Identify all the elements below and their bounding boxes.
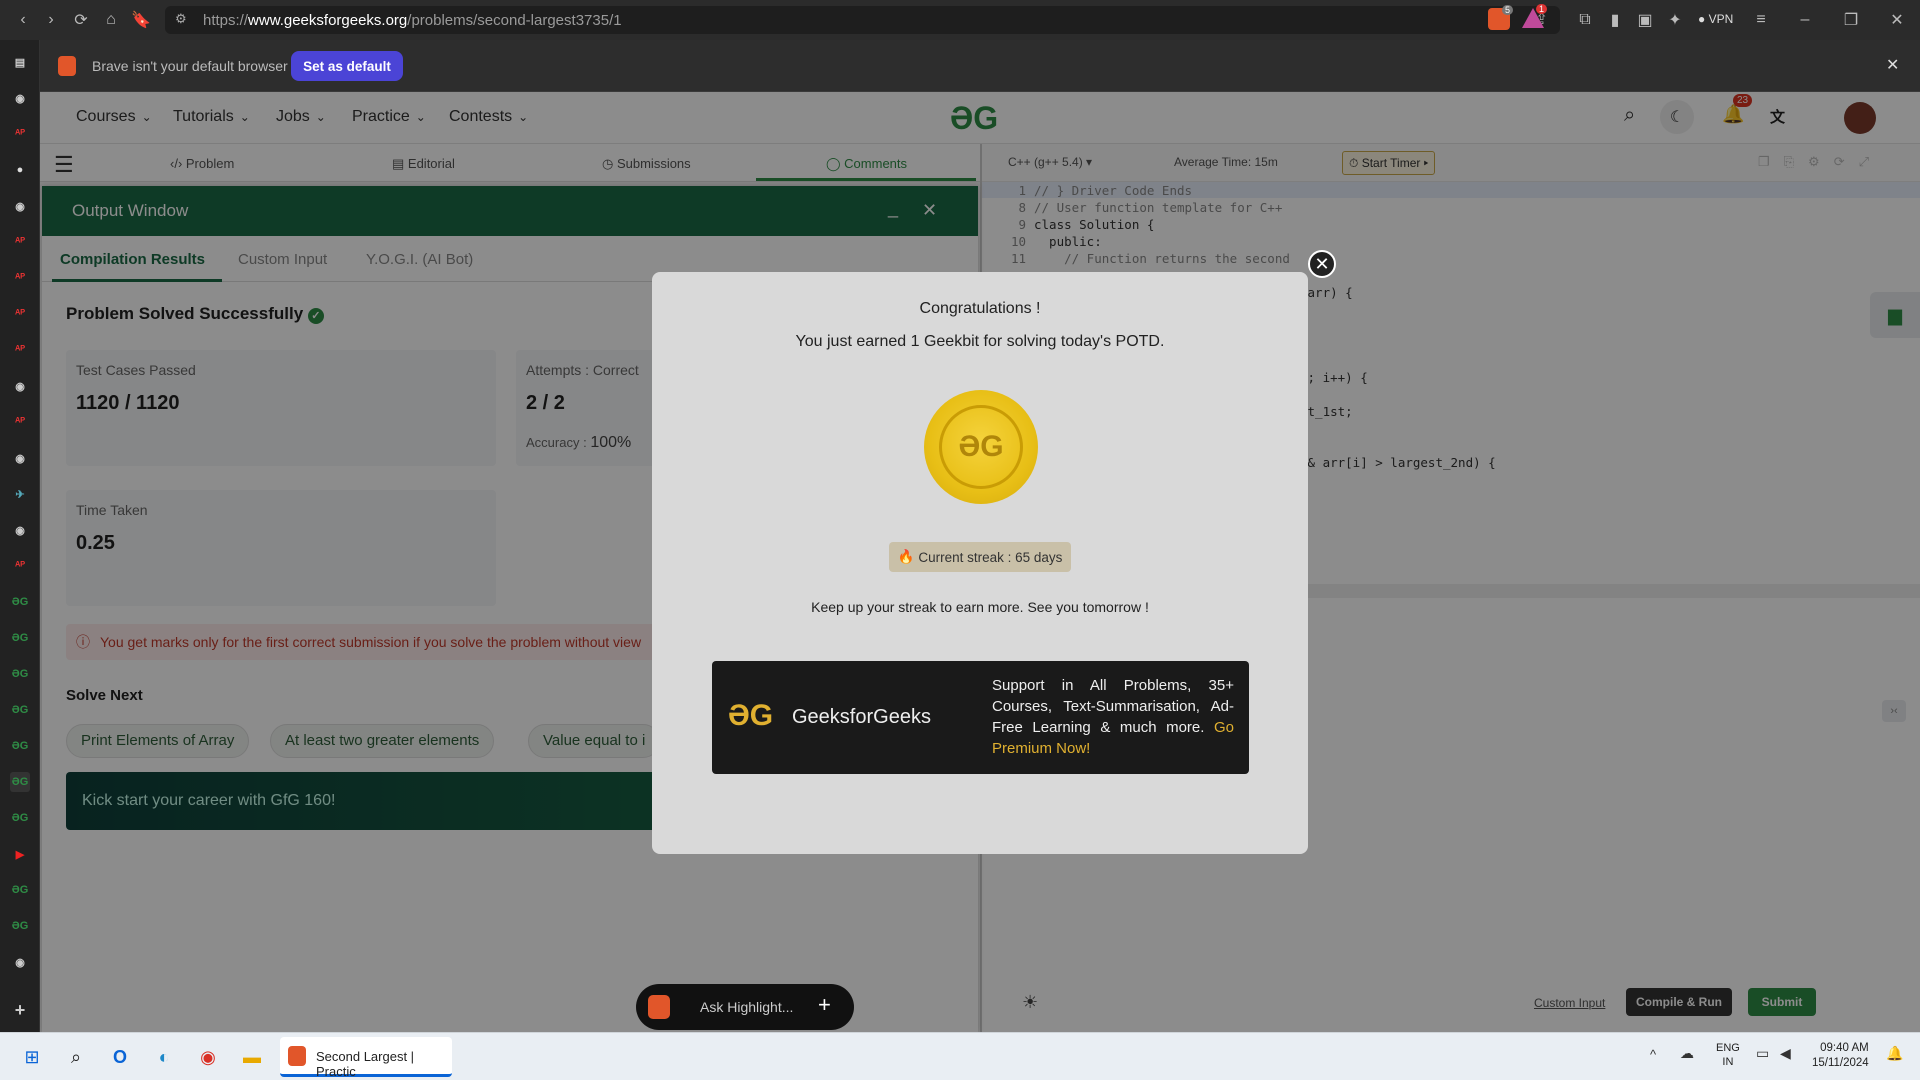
home-icon[interactable]: ⌂	[96, 5, 126, 35]
minimize-icon[interactable]: –	[1790, 5, 1820, 35]
tray-chevron-icon[interactable]: ^	[1650, 1047, 1656, 1062]
clock-time: 09:40 AM	[1820, 1042, 1869, 1054]
keep-up-text: Keep up your streak to earn more. See yo…	[811, 599, 1149, 615]
shields-badge: 5	[1502, 5, 1514, 15]
gfg-coin-logo: ƏG	[939, 405, 1023, 489]
vpn-button[interactable]: ● VPN	[1698, 12, 1733, 26]
browser-toolbar: ‹ › ⟳ ⌂ 🔖 ⚙ https://www.geeksforgeeks.or…	[0, 0, 1920, 40]
notifications-icon[interactable]: 🔔	[1886, 1045, 1903, 1062]
globe-icon[interactable]: ◉	[10, 952, 30, 972]
ask-highlight-bar[interactable]: Ask Highlight... +	[636, 984, 854, 1030]
sidebar-panel-icon[interactable]: ▤	[10, 52, 30, 72]
bird-icon[interactable]: ✈	[10, 484, 30, 504]
url-path: /problems/second-largest3735/1	[407, 11, 622, 29]
windows-taskbar: ⊞ ⌕ O ◐ ◉ ▬ Second Largest | Practic ^ ☁…	[0, 1032, 1920, 1080]
file-explorer-icon[interactable]: ▬	[238, 1043, 266, 1071]
github-icon[interactable]: ●	[10, 160, 30, 180]
fire-icon: 🔥	[897, 549, 915, 564]
menu-icon[interactable]: ≡	[1746, 5, 1776, 35]
close-window-icon[interactable]: ✕	[1882, 5, 1912, 35]
lang-line: ENG	[1716, 1042, 1740, 1054]
gfg-icon[interactable]: ƏG	[10, 664, 30, 684]
vpn-label: VPN	[1708, 12, 1734, 26]
address-bar[interactable]: ⚙ https://www.geeksforgeeks.org/problems…	[165, 6, 1560, 34]
leo-ai-icon[interactable]: ✦	[1660, 5, 1690, 35]
gfg-icon[interactable]: ƏG	[10, 916, 30, 936]
gfg-icon[interactable]: ƏG	[10, 700, 30, 720]
clock-date: 15/11/2024	[1812, 1057, 1869, 1069]
back-icon[interactable]: ‹	[8, 5, 38, 35]
ap-site-icon[interactable]: ᴬᴾ	[10, 268, 30, 288]
gfg-icon[interactable]: ƏG	[10, 736, 30, 756]
active-window-button[interactable]: Second Largest | Practic	[280, 1037, 452, 1079]
set-default-button[interactable]: Set as default	[291, 51, 403, 81]
ap-site-icon[interactable]: ᴬᴾ	[10, 124, 30, 144]
browser-sidebar: ▤ ◉ ᴬᴾ ● ◉ ᴬᴾ ᴬᴾ ᴬᴾ ᴬᴾ ◉ ᴬᴾ ◉ ✈ ◉ ᴬᴾ ƏG …	[0, 40, 40, 1032]
streak-badge: 🔥 Current streak : 65 days	[889, 542, 1071, 572]
clock[interactable]: 09:40 AM 15/11/2024	[1812, 1041, 1869, 1071]
outlook-icon[interactable]: O	[106, 1043, 134, 1071]
add-panel-icon[interactable]: +	[10, 1000, 30, 1020]
maximize-icon[interactable]: ❐	[1836, 5, 1866, 35]
url-prefix: https://	[203, 11, 249, 29]
gfg-icon[interactable]: ƏG	[10, 628, 30, 648]
chrome-icon[interactable]: ◉	[194, 1043, 222, 1071]
ap-site-icon[interactable]: ᴬᴾ	[10, 412, 30, 432]
gfg-icon[interactable]: ƏG	[10, 592, 30, 612]
globe-icon[interactable]: ◉	[10, 376, 30, 396]
language-indicator[interactable]: ENG IN	[1716, 1041, 1740, 1069]
modal-title: Congratulations !	[919, 300, 1041, 317]
youtube-icon[interactable]: ▶	[10, 844, 30, 864]
forward-icon[interactable]: ›	[36, 5, 66, 35]
globe-icon[interactable]: ◉	[10, 196, 30, 216]
volume-icon[interactable]: ◀	[1780, 1045, 1791, 1062]
gfg-icon[interactable]: ƏG	[10, 772, 30, 792]
premium-brand: GeeksforGeeks	[792, 706, 931, 728]
globe-icon[interactable]: ◉	[10, 448, 30, 468]
lang-line: IN	[1722, 1056, 1734, 1068]
url-domain: www.geeksforgeeks.org	[248, 11, 408, 29]
extensions-icon[interactable]: ⧉	[1570, 5, 1600, 35]
onedrive-icon[interactable]: ☁	[1680, 1045, 1694, 1062]
rewards-badge: 1	[1536, 4, 1548, 14]
close-modal-icon[interactable]: ✕	[1308, 250, 1336, 278]
brave-logo-icon	[288, 1046, 306, 1066]
ap-site-icon[interactable]: ᴬᴾ	[10, 304, 30, 324]
notice-text: Brave isn't your default browser	[92, 58, 288, 74]
brave-logo-icon	[648, 995, 670, 1019]
search-icon[interactable]: ⌕	[62, 1043, 90, 1071]
close-notice-icon[interactable]: ✕	[1886, 55, 1899, 75]
premium-text: Support in All Problems, 35+ Courses, Te…	[992, 675, 1234, 759]
congratulations-modal: Congratulations ! You just earned 1 Geek…	[652, 272, 1308, 854]
geekbit-coin-icon: ƏG	[924, 390, 1038, 504]
globe-icon[interactable]: ◉	[10, 88, 30, 108]
gfg-icon[interactable]: ƏG	[10, 880, 30, 900]
promo-text: Support in All Problems, 35+ Courses, Te…	[992, 677, 1234, 736]
site-info-icon[interactable]: ⚙	[175, 11, 187, 27]
brave-logo-icon	[58, 56, 76, 76]
gfg-logo-icon: ƏG	[728, 699, 774, 732]
default-browser-infobar: Brave isn't your default browser Set as …	[0, 40, 1920, 92]
ap-site-icon[interactable]: ᴬᴾ	[10, 232, 30, 252]
ap-site-icon[interactable]: ᴬᴾ	[10, 340, 30, 360]
network-icon[interactable]: ▭	[1756, 1045, 1769, 1062]
bookmark-icon[interactable]: 🔖	[126, 5, 156, 35]
ap-site-icon[interactable]: ᴬᴾ	[10, 556, 30, 576]
streak-text: Current streak : 65 days	[918, 549, 1063, 565]
premium-banner[interactable]: ƏG GeeksforGeeks Support in All Problems…	[712, 661, 1249, 774]
globe-icon[interactable]: ◉	[10, 520, 30, 540]
windows-start-icon[interactable]: ⊞	[18, 1043, 46, 1071]
wallet-icon[interactable]: ▣	[1630, 5, 1660, 35]
active-window-title: Second Largest | Practic	[316, 1049, 415, 1079]
ask-placeholder[interactable]: Ask Highlight...	[700, 999, 793, 1015]
sidebar-toggle-icon[interactable]: ▮	[1600, 5, 1630, 35]
modal-earned-text: You just earned 1 Geekbit for solving to…	[795, 333, 1165, 350]
edge-icon[interactable]: ◐	[150, 1043, 178, 1071]
add-icon[interactable]: +	[818, 992, 831, 1018]
gfg-icon[interactable]: ƏG	[10, 808, 30, 828]
reload-icon[interactable]: ⟳	[66, 5, 96, 35]
